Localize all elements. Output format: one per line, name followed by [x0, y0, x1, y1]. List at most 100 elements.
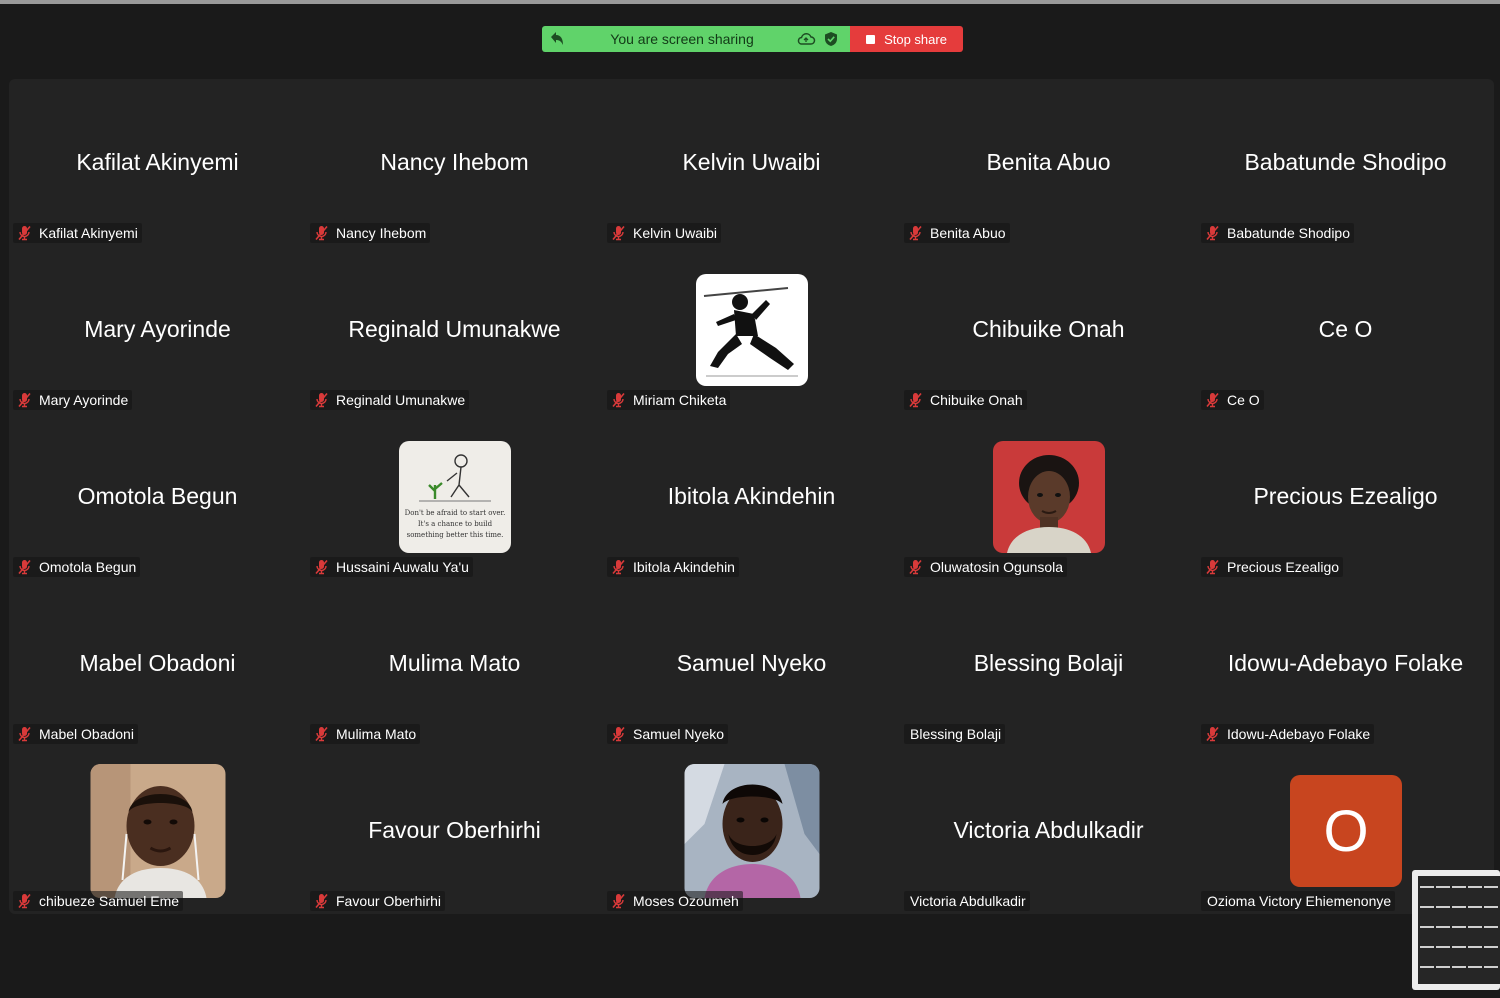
muted-mic-icon	[909, 559, 922, 575]
participant-tile[interactable]: chibueze Samuel Eme	[9, 747, 306, 914]
participant-name-text: Mulima Mato	[336, 726, 417, 742]
participant-name-label: Ce O	[1201, 390, 1264, 410]
participant-tile[interactable]: Ibitola Akindehin Ibitola Akindehin	[603, 413, 900, 580]
share-status-area[interactable]: You are screen sharing	[542, 26, 850, 52]
participant-tile[interactable]: Mulima Mato Mulima Mato	[306, 580, 603, 747]
participant-name-text: Hussaini Auwalu Ya'u	[336, 559, 469, 575]
participant-display-name: Benita Abuo	[986, 148, 1111, 175]
participant-name-label: Precious Ezealigo	[1201, 557, 1344, 577]
participant-tile[interactable]: Chibuike Onah Chibuike Onah	[900, 246, 1197, 413]
participant-tile[interactable]: Ce O Ce O	[1197, 246, 1494, 413]
muted-mic-icon	[18, 726, 31, 742]
muted-mic-icon	[315, 726, 328, 742]
participant-tile[interactable]: Favour Oberhirhi Favour Oberhirhi	[306, 747, 603, 914]
participant-tile[interactable]: Babatunde Shodipo Babatunde Shodipo	[1197, 79, 1494, 246]
participant-tile[interactable]: Samuel Nyeko Samuel Nyeko	[603, 580, 900, 747]
thumbnail-cell	[1468, 946, 1482, 948]
participant-name-label: Hussaini Auwalu Ya'u	[310, 557, 473, 577]
participant-tile[interactable]: Victoria Abdulkadir Victoria Abdulkadir	[900, 747, 1197, 914]
thumbnail-cell	[1452, 906, 1466, 908]
participant-tile[interactable]: Oluwatosin Ogunsola	[900, 413, 1197, 580]
muted-mic-icon	[315, 392, 328, 408]
cloud-icon[interactable]	[796, 31, 816, 47]
svg-text:Don't be afraid to start over.: Don't be afraid to start over.	[404, 509, 505, 517]
muted-mic-icon	[1206, 726, 1219, 742]
participant-name-text: Moses Ozoumeh	[633, 893, 739, 909]
participant-display-name: Kelvin Uwaibi	[682, 148, 821, 175]
participant-name-text: Blessing Bolaji	[910, 726, 1002, 742]
participant-display-name: Mabel Obadoni	[79, 649, 236, 676]
participant-name-label: Omotola Begun	[13, 557, 141, 577]
participant-name-label: Victoria Abdulkadir	[904, 891, 1030, 911]
gallery-view: Kafilat Akinyemi Kafilat Akinyemi Nancy Ih…	[9, 79, 1494, 914]
participant-name-label: chibueze Samuel Eme	[13, 891, 184, 911]
participant-display-name: Samuel Nyeko	[676, 649, 827, 676]
participant-name-text: Ibitola Akindehin	[633, 559, 735, 575]
thumbnail-cell	[1468, 906, 1482, 908]
participant-display-name: Kafilat Akinyemi	[76, 148, 239, 175]
shield-icon[interactable]	[824, 31, 838, 47]
shared-screen-thumbnail[interactable]	[1412, 870, 1500, 990]
thumbnail-cell	[1420, 946, 1434, 948]
participant-name-label: Kelvin Uwaibi	[607, 223, 722, 243]
participant-avatar	[695, 273, 808, 386]
svg-text:something better this time.: something better this time.	[406, 531, 503, 539]
participant-tile[interactable]: Miriam Chiketa	[603, 246, 900, 413]
participant-name-label: Babatunde Shodipo	[1201, 223, 1354, 243]
participant-name-label: Favour Oberhirhi	[310, 891, 446, 911]
muted-mic-icon	[1206, 559, 1219, 575]
participant-tile[interactable]: Nancy Ihebom Nancy Ihebom	[306, 79, 603, 246]
participant-avatar: Don't be afraid to start over. It's a cha…	[398, 440, 511, 553]
participant-name-text: Idowu-Adebayo Folake	[1227, 726, 1371, 742]
participant-name-label: Reginald Umunakwe	[310, 390, 470, 410]
participant-name-label: Nancy Ihebom	[310, 223, 431, 243]
participant-tile[interactable]: Kelvin Uwaibi Kelvin Uwaibi	[603, 79, 900, 246]
participant-display-name: Omotola Begun	[77, 482, 238, 509]
thumbnail-cell	[1420, 926, 1434, 928]
participant-display-name: Precious Ezealigo	[1253, 482, 1438, 509]
thumbnail-cell	[1452, 966, 1466, 968]
participant-name-text: Kafilat Akinyemi	[39, 225, 138, 241]
participant-display-name: Babatunde Shodipo	[1244, 148, 1447, 175]
participant-tile[interactable]: Mary Ayorinde Mary Ayorinde	[9, 246, 306, 413]
participant-name-label: Mulima Mato	[310, 724, 421, 744]
thumbnail-cell	[1452, 926, 1466, 928]
participant-name-label: Miriam Chiketa	[607, 390, 731, 410]
participant-avatar: O	[1289, 774, 1402, 887]
participant-name-text: Kelvin Uwaibi	[633, 225, 718, 241]
share-status-text: You are screen sharing	[610, 31, 754, 47]
stop-share-button[interactable]: Stop share	[850, 26, 963, 52]
muted-mic-icon	[315, 893, 328, 909]
participant-name-label: Chibuike Onah	[904, 390, 1027, 410]
muted-mic-icon	[612, 225, 625, 241]
thumbnail-cell	[1436, 906, 1450, 908]
participant-name-text: Babatunde Shodipo	[1227, 225, 1350, 241]
thumbnail-cell	[1436, 886, 1450, 888]
participant-tile[interactable]: Kafilat Akinyemi Kafilat Akinyemi	[9, 79, 306, 246]
participant-display-name: Idowu-Adebayo Folake	[1227, 649, 1464, 676]
participant-avatar	[90, 763, 225, 898]
participant-avatar	[992, 440, 1105, 553]
svg-text:O: O	[1323, 799, 1368, 864]
participant-tile[interactable]: Precious Ezealigo Precious Ezealigo	[1197, 413, 1494, 580]
participant-display-name: Ce O	[1318, 315, 1373, 342]
participant-display-name: Blessing Bolaji	[973, 649, 1124, 676]
participant-name-text: Samuel Nyeko	[633, 726, 725, 742]
participant-name-label: Oluwatosin Ogunsola	[904, 557, 1068, 577]
screen-share-bar: You are screen sharing Stop share	[542, 26, 963, 52]
participant-tile[interactable]: Moses Ozoumeh	[603, 747, 900, 914]
participant-tile[interactable]: Idowu-Adebayo Folake Idowu-Adebayo Folake	[1197, 580, 1494, 747]
window-top-border	[0, 0, 1500, 4]
participant-tile[interactable]: Mabel Obadoni Mabel Obadoni	[9, 580, 306, 747]
thumbnail-cell	[1484, 926, 1498, 928]
participant-tile[interactable]: Omotola Begun Omotola Begun	[9, 413, 306, 580]
thumbnail-cell	[1468, 886, 1482, 888]
participant-name-label: Ozioma Victory Ehiemenonye	[1201, 891, 1396, 911]
participant-name-text: Benita Abuo	[930, 225, 1006, 241]
stop-square-icon	[866, 34, 876, 44]
participant-tile[interactable]: Benita Abuo Benita Abuo	[900, 79, 1197, 246]
participant-tile[interactable]: Don't be afraid to start over. It's a cha…	[306, 413, 603, 580]
participant-tile[interactable]: Blessing Bolaji Blessing Bolaji	[900, 580, 1197, 747]
participant-tile[interactable]: Reginald Umunakwe Reginald Umunakwe	[306, 246, 603, 413]
thumbnail-cell	[1420, 886, 1434, 888]
